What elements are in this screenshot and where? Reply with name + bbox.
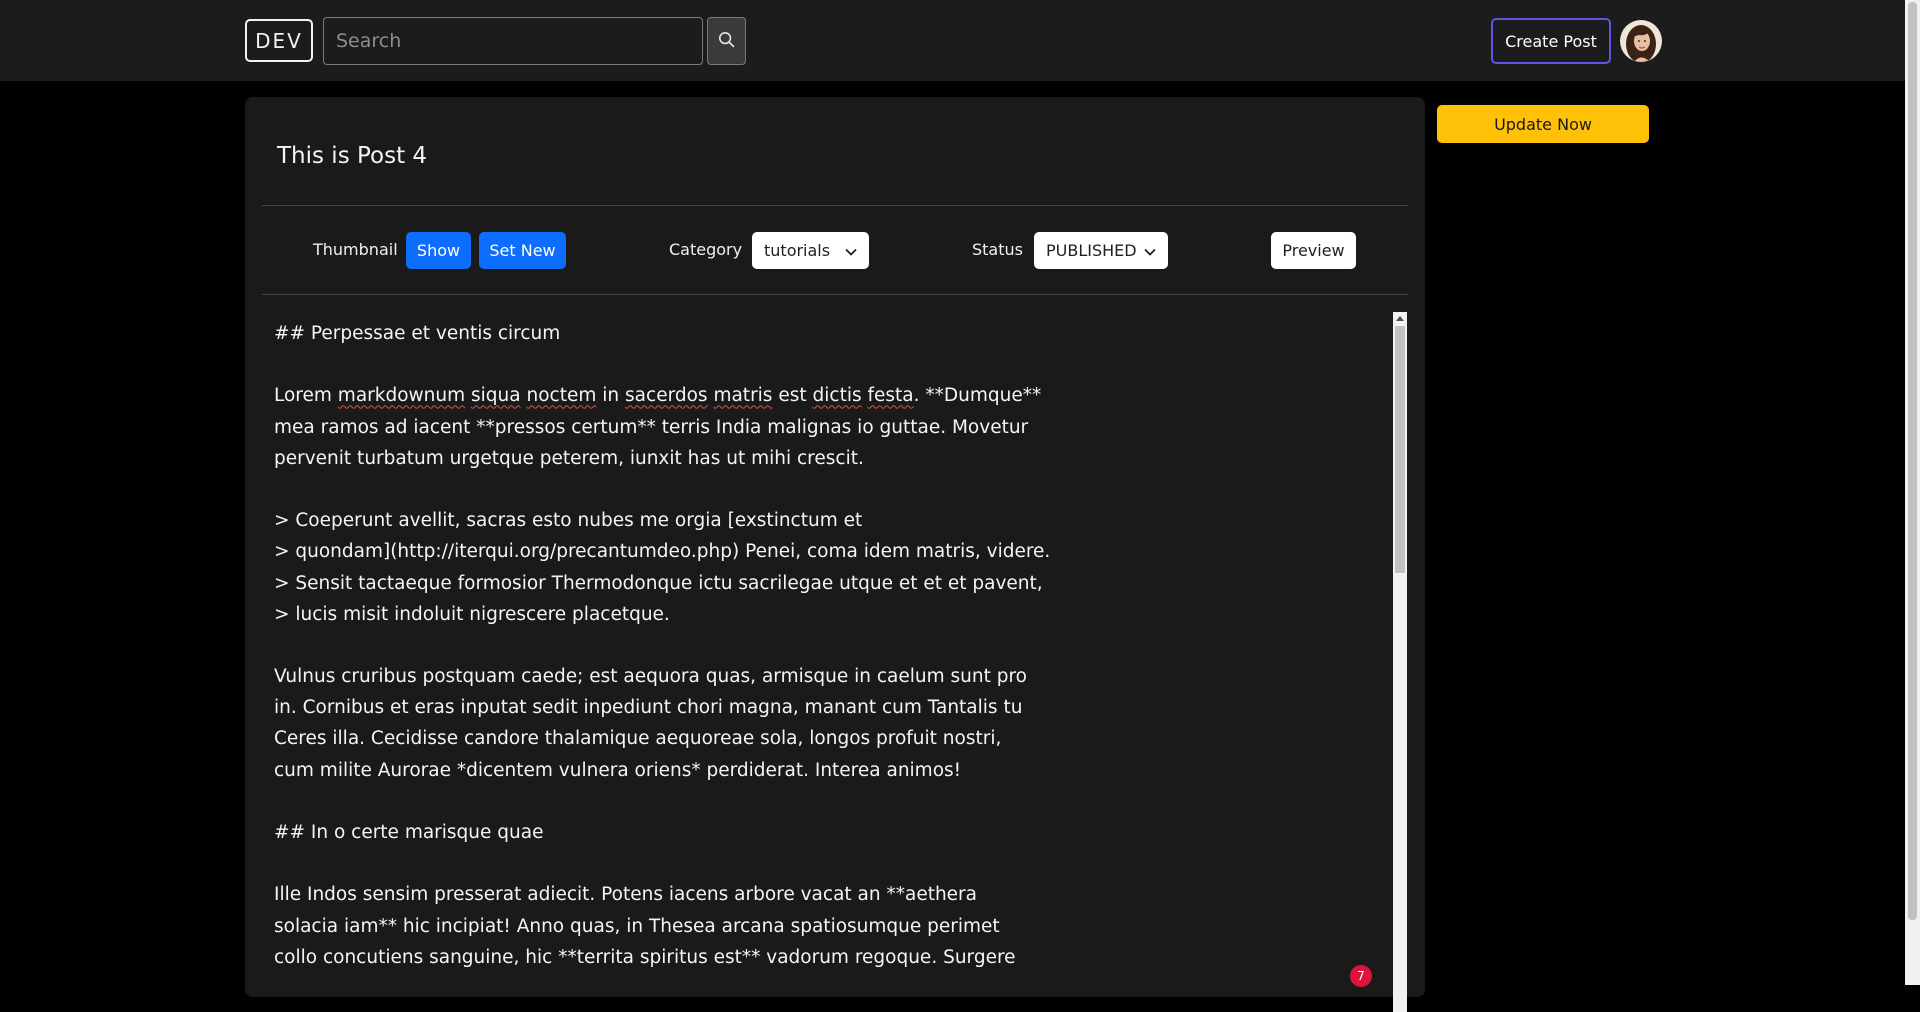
category-select[interactable]: tutorials	[752, 232, 869, 269]
create-post-button[interactable]: Create Post	[1491, 18, 1611, 64]
editor-scrollbar-thumb[interactable]	[1395, 326, 1405, 573]
show-thumbnail-button[interactable]: Show	[406, 232, 471, 269]
editor-line: > Coeperunt avellit, sacras esto nubes m…	[274, 510, 863, 532]
editor-line: > quondam](http://iterqui.org/precantumd…	[274, 541, 1051, 563]
preview-button[interactable]: Preview	[1271, 232, 1356, 269]
update-now-button[interactable]: Update Now	[1437, 105, 1649, 143]
page-scrollbar-thumb[interactable]	[1908, 2, 1917, 920]
notification-badge: 7	[1350, 965, 1372, 987]
status-label: Status	[972, 240, 1023, 259]
editor-line: > lucis misit indoluit nigrescere placet…	[274, 603, 670, 625]
page-scrollbar[interactable]	[1905, 0, 1920, 985]
toolbar-divider	[262, 294, 1408, 295]
status-select-value: PUBLISHED	[1046, 241, 1137, 260]
chevron-down-icon	[1144, 241, 1156, 260]
editor-line: Vulnus cruribus postquam caede; est aequ…	[274, 666, 1027, 688]
scroll-up-arrow-icon[interactable]	[1396, 316, 1404, 321]
editor-line: Lorem markdownum siqua noctem in sacerdo…	[274, 385, 1042, 407]
editor-line: solacia iam** hic incipiat! Anno quas, i…	[274, 915, 1000, 937]
dev-logo[interactable]: DEV	[245, 19, 313, 62]
editor-line: Ille Indos sensim presserat adiecit. Pot…	[274, 884, 977, 906]
title-divider	[262, 205, 1408, 206]
category-label: Category	[669, 240, 743, 259]
user-avatar[interactable]	[1620, 20, 1662, 62]
editor-line: ## Perpessae et ventis circum	[274, 323, 561, 344]
markdown-editor-content: ## Perpessae et ventis circum Lorem markd…	[274, 318, 1094, 973]
category-select-value: tutorials	[764, 241, 831, 260]
editor-line: collo concutiens sanguine, hic **territa…	[274, 946, 1016, 968]
chevron-down-icon	[845, 241, 857, 260]
editor-card: This is Post 4 Thumbnail Show Set New Ca…	[245, 97, 1425, 1012]
top-navbar: DEV Create Post	[0, 0, 1905, 81]
editor-line: in. Cornibus et eras inputat sedit inped…	[274, 697, 1023, 719]
editor-scrollbar[interactable]	[1393, 312, 1407, 1012]
search-button[interactable]	[707, 17, 746, 65]
editor-line: pervenit turbatum urgetque peterem, iunx…	[274, 447, 864, 469]
search-input[interactable]	[323, 17, 703, 65]
post-title: This is Post 4	[277, 143, 428, 169]
markdown-editor[interactable]: ## Perpessae et ventis circum Lorem markd…	[262, 310, 1408, 1010]
status-select[interactable]: PUBLISHED	[1034, 232, 1168, 269]
set-new-thumbnail-button[interactable]: Set New	[479, 232, 566, 269]
editor-line: > Sensit tactaeque formosior Thermodonqu…	[274, 572, 1043, 594]
editor-line: Ceres illa. Cecidisse candore thalamique…	[274, 728, 1002, 750]
editor-line: mea ramos ad iacent **pressos certum** t…	[274, 416, 1029, 438]
thumbnail-label: Thumbnail	[313, 240, 398, 259]
search-icon	[718, 31, 735, 52]
editor-line: ## In o certe marisque quae	[274, 822, 544, 843]
editor-line: cum milite Aurorae *dicentem vulnera ori…	[274, 759, 962, 781]
